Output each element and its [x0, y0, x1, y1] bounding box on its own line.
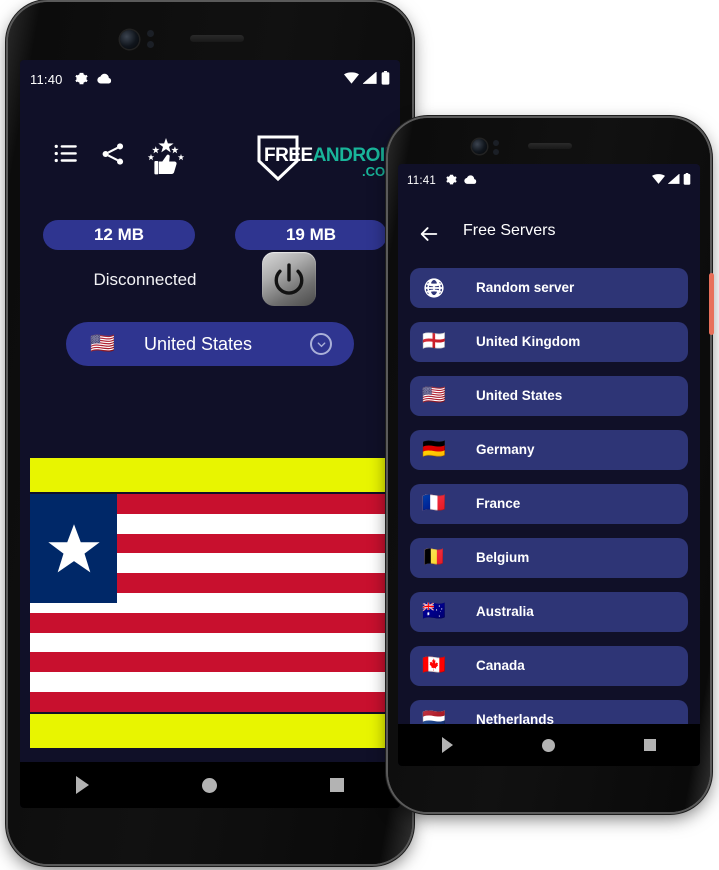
country-flag-icon: 🇩🇪	[422, 439, 446, 460]
banner-top-bar	[30, 458, 390, 492]
country-flag-icon: 🇫🇷	[422, 493, 446, 514]
server-list-item[interactable]: 🇳🇱 Netherlands	[410, 700, 688, 724]
back-arrow-icon[interactable]	[418, 223, 440, 250]
server-name: United States	[476, 388, 563, 403]
battery-icon	[683, 173, 691, 189]
menu-list-icon[interactable]	[53, 141, 79, 172]
battery-icon	[381, 71, 390, 87]
phone1-nav-bar	[20, 762, 400, 808]
liberia-flag-banner[interactable]	[20, 458, 400, 748]
logo-free: FREE	[264, 145, 313, 166]
nav-back-button[interactable]	[442, 737, 454, 753]
server-list-item[interactable]: 🇧🇪 Belgium	[410, 538, 688, 578]
download-usage-label: 12 MB	[93, 225, 145, 244]
country-flag-icon: 🇳🇱	[422, 709, 446, 724]
server-list-item[interactable]: 🏴󠁧󠁢󠁥󠁮󠁧󠁿 United Kingdom	[410, 322, 688, 362]
globe-icon	[423, 277, 445, 304]
phone-2-screen: 11:41	[398, 164, 700, 766]
phone2-app-bar: Free Servers	[398, 212, 700, 256]
earpiece-speaker	[528, 143, 572, 149]
upload-usage-pill: 19 MB	[235, 220, 387, 250]
chevron-down-icon[interactable]	[310, 333, 332, 355]
status-time: 11:41	[407, 175, 436, 187]
flag-stripe	[30, 691, 390, 712]
cloud-icon	[464, 175, 477, 188]
signal-icon	[362, 71, 377, 86]
server-list[interactable]: Random server 🏴󠁧󠁢󠁥󠁮󠁧󠁿 United Kingdom 🇺🇸 …	[398, 268, 700, 724]
phone-device-2: 11:41	[388, 118, 714, 812]
country-flag-icon: 🇺🇸	[422, 385, 446, 406]
upload-usage-label: 19 MB	[285, 225, 337, 244]
selected-country-name: United States	[144, 334, 253, 354]
server-name: Netherlands	[476, 712, 555, 724]
server-name: United Kingdom	[476, 334, 581, 349]
country-selector[interactable]: 🇺🇸 United States	[66, 322, 354, 366]
connection-status: Disconnected	[93, 270, 197, 289]
flag-stripe	[30, 632, 390, 653]
flag-stripe	[30, 612, 390, 633]
country-flag-icon: 🇦🇺	[422, 601, 446, 622]
rate-us-icon[interactable]	[146, 136, 186, 181]
nav-back-button[interactable]	[76, 776, 90, 794]
light-sensor-icon	[147, 41, 154, 48]
country-flag-icon: 🇧🇪	[422, 547, 446, 568]
status-right-group	[344, 71, 390, 87]
app-logo: FREEANDROIDVPN .COM	[252, 132, 400, 184]
server-name: Belgium	[476, 550, 530, 565]
flag-stripe	[30, 652, 390, 673]
server-list-item[interactable]: 🇺🇸 United States	[410, 376, 688, 416]
server-list-item[interactable]: 🇨🇦 Canada	[410, 646, 688, 686]
phone-1-screen: 11:40 FREEANDROID .COM 12 MB 19 MB Disco…	[20, 60, 400, 808]
banner-bottom-bar	[30, 714, 390, 748]
screenshot-root: 11:40 FREEANDROID .COM 12 MB 19 MB Disco…	[0, 0, 719, 870]
logo-android: ANDROID	[312, 145, 399, 166]
light-sensor-icon	[493, 149, 499, 155]
nav-recents-button[interactable]	[643, 739, 656, 751]
front-camera-icon	[120, 30, 139, 49]
status-left-group: 11:41	[407, 174, 477, 189]
gear-icon	[74, 72, 88, 87]
status-right-group	[652, 173, 691, 189]
country-flag-icon: 🏴󠁧󠁢󠁥󠁮󠁧󠁿	[422, 331, 446, 352]
signal-icon	[667, 173, 680, 188]
server-list-item[interactable]: 🇦🇺 Australia	[410, 592, 688, 632]
share-icon[interactable]	[100, 141, 126, 172]
status-left-group: 11:40	[30, 72, 112, 87]
server-name: Canada	[476, 658, 525, 673]
white-star-icon	[47, 523, 100, 572]
wifi-icon	[344, 72, 359, 86]
phone-device-1: 11:40 FREEANDROID .COM 12 MB 19 MB Disco…	[8, 2, 412, 864]
selected-country-flag: 🇺🇸	[90, 333, 115, 355]
nav-home-button[interactable]	[201, 777, 217, 793]
cloud-icon	[96, 73, 112, 86]
phone1-status-bar: 11:40	[20, 68, 400, 90]
proximity-sensor-icon	[493, 140, 499, 146]
server-list-item-random[interactable]: Random server	[410, 268, 688, 308]
front-camera-icon	[472, 139, 487, 154]
server-list-item[interactable]: 🇫🇷 France	[410, 484, 688, 524]
flag-canton	[30, 494, 117, 603]
nav-recents-button[interactable]	[329, 778, 344, 792]
phone2-nav-bar	[398, 724, 700, 766]
flag-stripe	[30, 672, 390, 692]
server-name: Australia	[476, 604, 534, 619]
logo-wordmark: FREEANDROIDVPN	[264, 146, 400, 165]
server-list-item[interactable]: 🇩🇪 Germany	[410, 430, 688, 470]
earpiece-speaker	[190, 35, 244, 42]
phone2-status-bar: 11:41	[398, 171, 700, 191]
proximity-sensor-icon	[147, 30, 154, 37]
server-name: Germany	[476, 442, 535, 457]
server-name: France	[476, 496, 521, 511]
download-usage-pill: 12 MB	[43, 220, 195, 250]
gear-icon	[446, 174, 457, 189]
power-side-button[interactable]	[709, 273, 714, 335]
status-time: 11:40	[30, 71, 63, 87]
power-toggle-button[interactable]	[262, 252, 316, 306]
nav-home-button[interactable]	[541, 738, 555, 752]
country-flag-icon: 🇨🇦	[422, 655, 446, 676]
page-title: Free Servers	[463, 222, 556, 239]
wifi-icon	[652, 174, 665, 188]
liberia-flag	[30, 494, 390, 712]
server-name: Random server	[476, 280, 575, 295]
